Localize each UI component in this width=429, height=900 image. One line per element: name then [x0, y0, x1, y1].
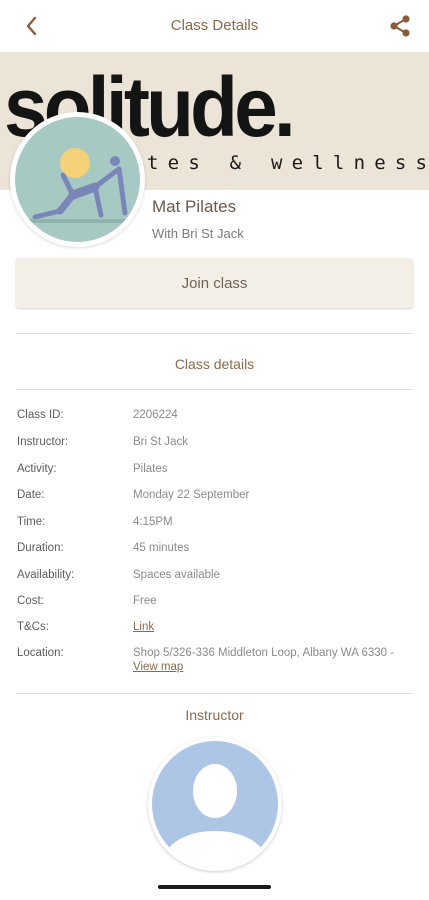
brand-tagline: tes & wellness [147, 152, 427, 174]
detail-value: Free [133, 595, 157, 607]
share-icon [390, 15, 410, 37]
detail-value: Spaces available [133, 569, 220, 581]
divider [16, 693, 413, 694]
detail-value: Link [133, 620, 408, 634]
detail-label: Duration: [17, 542, 64, 554]
detail-value: Bri St Jack [133, 436, 188, 448]
detail-label: Cost: [17, 595, 44, 607]
detail-label: T&Cs: [17, 621, 49, 633]
detail-value: Pilates [133, 463, 168, 475]
view-map-link[interactable]: View map [133, 661, 183, 673]
class-name: Mat Pilates [152, 197, 237, 216]
detail-label: Location: [17, 647, 64, 659]
divider [16, 389, 413, 390]
person-placeholder-icon [165, 764, 265, 867]
detail-label: Instructor: [17, 436, 69, 448]
share-button[interactable] [387, 13, 413, 39]
detail-value: 2206224 [133, 409, 178, 421]
location-address: Shop 5/326-336 Middleton Loop, Albany WA… [133, 647, 395, 659]
tcs-link[interactable]: Link [133, 621, 154, 633]
home-indicator [158, 885, 271, 889]
detail-value: 45 minutes [133, 542, 190, 554]
instructor-heading: Instructor [185, 707, 244, 723]
detail-label: Date: [17, 489, 45, 501]
join-class-button[interactable]: Join class [16, 258, 413, 308]
page-title: Class Details [170, 17, 259, 34]
detail-label: Time: [17, 516, 46, 528]
instructor-avatar[interactable] [148, 737, 282, 871]
top-bar: Class Details [0, 0, 429, 52]
detail-value: 4:15PM [133, 516, 173, 528]
floor-shape [25, 219, 130, 223]
class-instructor-line: With Bri St Jack [152, 226, 244, 241]
detail-label: Activity: [17, 463, 57, 475]
detail-label: Class ID: [17, 409, 64, 421]
detail-value: Shop 5/326-336 Middleton Loop, Albany WA… [133, 646, 408, 674]
divider [16, 333, 413, 334]
class-details-heading: Class details [174, 356, 255, 372]
class-image [10, 112, 145, 247]
detail-value: Monday 22 September [133, 489, 250, 501]
detail-label: Availability: [17, 569, 75, 581]
